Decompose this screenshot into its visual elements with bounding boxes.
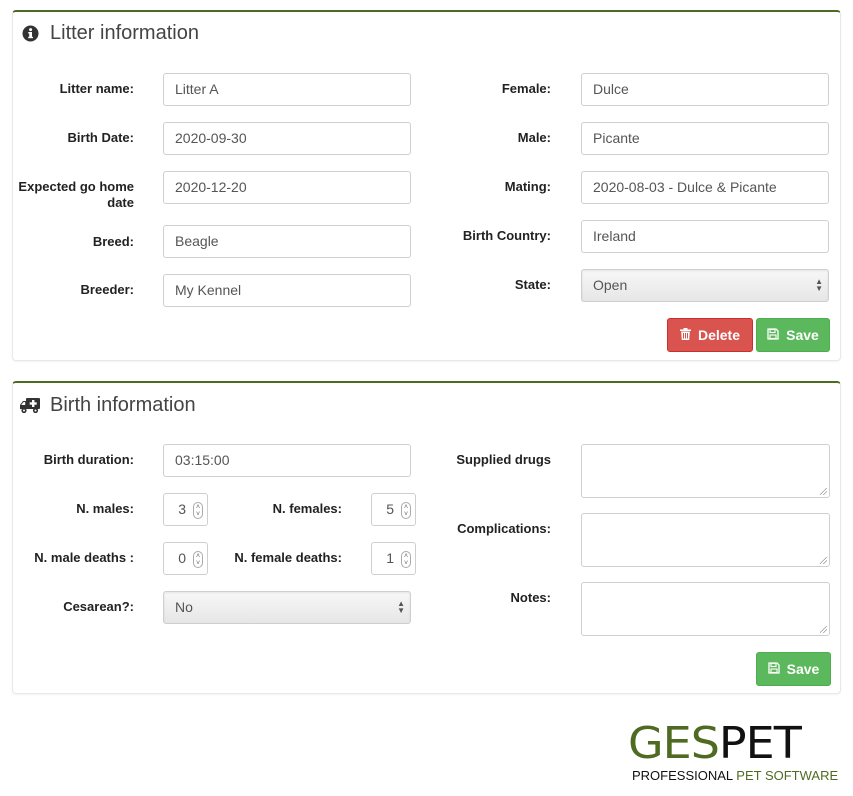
litter-panel-title-text: Litter information — [50, 22, 199, 44]
n-males-stepper[interactable]: 3 ˄ ˅ — [163, 493, 208, 526]
spinner-arrows-icon[interactable]: ˄ ˅ — [193, 551, 203, 568]
select-arrows-icon: ▲ ▼ — [397, 599, 405, 615]
notes-textarea[interactable] — [581, 582, 830, 636]
info-circle-icon — [20, 25, 40, 43]
breed-label: Breed: — [92, 234, 134, 249]
notes-label: Notes: — [510, 590, 551, 605]
complications-textarea[interactable] — [581, 513, 830, 567]
n-males-label: N. males: — [76, 501, 134, 516]
supplied-drugs-label: Supplied drugs — [456, 452, 551, 467]
birth-country-label: Birth Country: — [462, 228, 551, 243]
select-arrows-icon: ▲ ▼ — [815, 277, 823, 293]
delete-button-label: Delete — [697, 327, 741, 343]
supplied-drugs-textarea[interactable] — [581, 444, 830, 498]
resize-grip-icon[interactable] — [820, 626, 827, 633]
female-label: Female: — [501, 81, 551, 96]
state-select-value: Open — [593, 277, 628, 293]
n-females-value: 5 — [386, 501, 394, 517]
birth-save-button-label: Save — [786, 661, 820, 677]
birth-panel-title: Birth information — [20, 394, 196, 417]
birth-country-input[interactable]: Ireland — [581, 220, 829, 253]
floppy-disk-icon — [767, 327, 779, 343]
male-label: Male: — [517, 130, 551, 145]
n-female-deaths-label: N. female deaths: — [234, 550, 342, 565]
cesarean-label: Cesarean?: — [63, 599, 134, 614]
state-select[interactable]: Open ▲ ▼ — [581, 269, 829, 302]
n-male-deaths-value: 0 — [178, 550, 186, 566]
expected-go-home-date-label: Expected go home date — [18, 179, 134, 210]
birth-date-label: Birth Date: — [67, 130, 134, 145]
n-males-value: 3 — [178, 501, 186, 517]
n-females-stepper[interactable]: 5 ˄ ˅ — [371, 493, 416, 526]
birth-duration-input[interactable]: 03:15:00 — [163, 444, 411, 477]
birth-save-button[interactable]: Save — [756, 652, 831, 686]
litter-panel-title: Litter information — [20, 22, 199, 45]
breed-input[interactable]: Beagle — [163, 225, 411, 258]
birth-date-input[interactable]: 2020-09-30 — [163, 122, 411, 155]
breeder-input[interactable]: My Kennel — [163, 274, 411, 307]
mating-label: Mating: — [504, 179, 551, 194]
logo-tagline-pet-software: PET SOFTWARE — [736, 768, 839, 783]
resize-grip-icon[interactable] — [820, 488, 827, 495]
n-female-deaths-stepper[interactable]: 1 ˄ ˅ — [371, 542, 416, 575]
male-input[interactable]: Picante — [581, 122, 829, 155]
litter-information-panel: Litter information Litter name: Litter A… — [12, 10, 841, 361]
trash-icon — [679, 327, 691, 343]
spinner-arrows-icon[interactable]: ˄ ˅ — [401, 502, 411, 519]
gespet-logo: GESPET PROFESSIONAL PET SOFTWARE — [628, 720, 838, 783]
cesarean-select-value: No — [175, 599, 193, 615]
n-male-deaths-label: N. male deaths : — [34, 550, 134, 565]
ambulance-icon — [20, 397, 40, 415]
expected-go-home-date-input[interactable]: 2020-12-20 — [163, 171, 411, 204]
n-female-deaths-value: 1 — [386, 550, 394, 566]
logo-tagline: PROFESSIONAL PET SOFTWARE — [632, 768, 838, 783]
litter-name-label: Litter name: — [59, 81, 134, 96]
delete-button[interactable]: Delete — [667, 318, 753, 352]
complications-label: Complications: — [457, 521, 551, 536]
logo-brand-ges: GES — [628, 717, 720, 769]
litter-name-input[interactable]: Litter A — [163, 73, 411, 106]
cesarean-select[interactable]: No ▲ ▼ — [163, 591, 411, 624]
logo-brand-pet: PET — [718, 717, 802, 769]
logo-brand: GESPET — [628, 721, 838, 765]
state-label: State: — [514, 277, 551, 292]
birth-information-panel: Birth information Birth duration: 03:15:… — [12, 381, 841, 694]
female-input[interactable]: Dulce — [581, 73, 829, 106]
n-male-deaths-stepper[interactable]: 0 ˄ ˅ — [163, 542, 208, 575]
birth-duration-label: Birth duration: — [43, 452, 134, 467]
litter-save-button[interactable]: Save — [756, 318, 830, 352]
spinner-arrows-icon[interactable]: ˄ ˅ — [401, 551, 411, 568]
n-females-label: N. females: — [272, 501, 342, 516]
logo-tagline-professional: PROFESSIONAL — [632, 768, 737, 783]
mating-input[interactable]: 2020-08-03 - Dulce & Picante — [581, 171, 829, 204]
litter-save-button-label: Save — [786, 327, 819, 343]
resize-grip-icon[interactable] — [820, 557, 827, 564]
spinner-arrows-icon[interactable]: ˄ ˅ — [193, 502, 203, 519]
breeder-label: Breeder: — [80, 282, 134, 297]
birth-panel-title-text: Birth information — [50, 394, 196, 416]
floppy-disk-icon — [767, 661, 780, 677]
